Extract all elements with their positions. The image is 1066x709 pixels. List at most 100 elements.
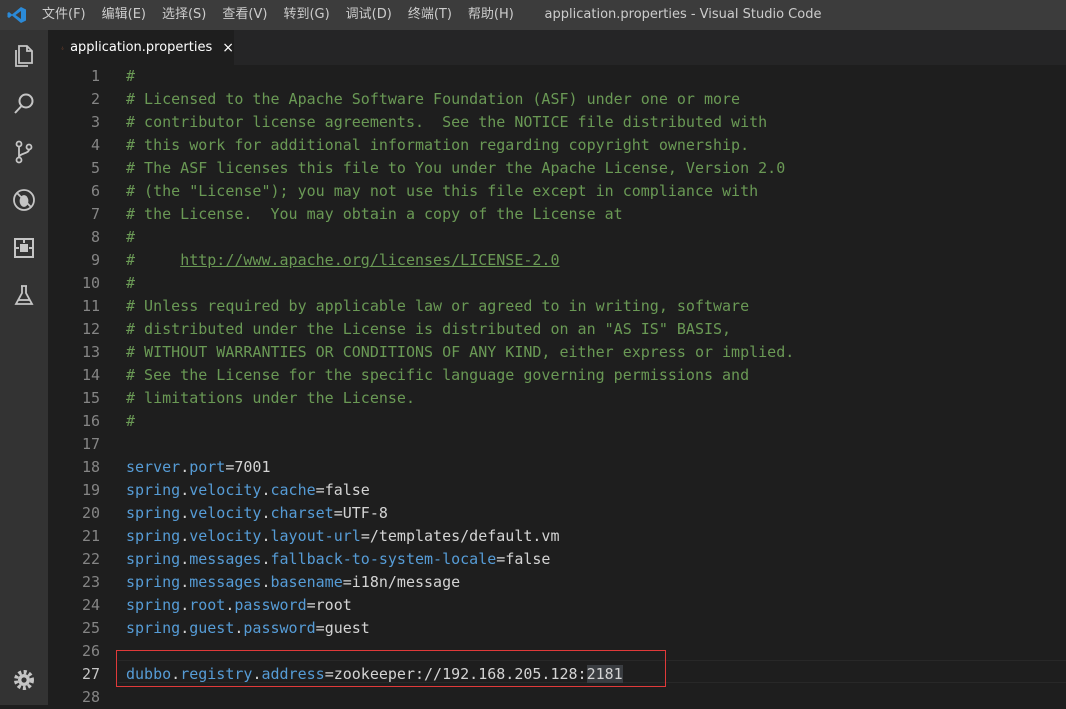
property-value: guest [324, 619, 370, 637]
property-key-part: spring [126, 596, 181, 614]
property-key-part: velocity [189, 481, 262, 499]
line-number: 23 [81, 573, 100, 591]
debug-icon[interactable] [0, 176, 48, 224]
code-text: # Licensed to the Apache Software Founda… [126, 88, 740, 111]
property-key-part: messages [189, 550, 262, 568]
code-text: # distributed under the License is distr… [126, 318, 731, 341]
code-text: spring.messages.fallback-to-system-local… [126, 550, 551, 568]
code-line[interactable]: 15 # limitations under the License. [48, 387, 1066, 410]
code-line[interactable]: 14 # See the License for the specific lan… [48, 364, 1066, 387]
code-line[interactable]: 22 spring.messages.fallback-to-system-loc… [48, 548, 1066, 571]
property-key-part: spring [126, 481, 181, 499]
code-line[interactable]: 4 # this work for additional information … [48, 134, 1066, 157]
comment-text: # [126, 228, 136, 246]
editor[interactable]: 1 #2 # Licensed to the Apache Software Fou… [48, 65, 1066, 706]
comment-text: # the License. You may obtain a copy of … [126, 205, 623, 223]
menu-item-2[interactable]: 选择(S) [154, 0, 214, 30]
code-line[interactable]: 6 # (the "License"); you may not use this… [48, 180, 1066, 203]
code-line[interactable]: 19 spring.velocity.cache=false [48, 479, 1066, 502]
property-key-part: basename [270, 573, 343, 591]
code-line[interactable]: 8 # [48, 226, 1066, 249]
search-icon[interactable] [0, 80, 48, 128]
code-text: # [126, 272, 135, 295]
line-number: 26 [81, 642, 100, 660]
code-line[interactable]: 1 # [48, 65, 1066, 88]
property-key-part: root [189, 596, 226, 614]
title-bar: 文件(F) 编辑(E) 选择(S) 查看(V) 转到(G) 调试(D) 终端(T) 帮助(H)… [0, 0, 1066, 30]
code-line[interactable]: 13 # WITHOUT WARRANTIES OR CONDITIONS OF … [48, 341, 1066, 364]
explorer-icon[interactable] [0, 32, 48, 80]
comment-text: # The ASF licenses this file to You unde… [126, 159, 786, 177]
line-number: 24 [81, 596, 100, 614]
code-line[interactable]: 16 # [48, 410, 1066, 433]
property-value: /templates/default.vm [369, 527, 560, 545]
code-text: spring.velocity.cache=false [126, 481, 370, 499]
code-text: spring.guest.password=guest [126, 619, 370, 637]
line-number: 18 [81, 458, 100, 476]
code-line[interactable]: 9 # http://www.apache.org/licenses/LICENS… [48, 249, 1066, 272]
line-number: 22 [81, 550, 100, 568]
code-line[interactable]: 28 [48, 686, 1066, 709]
property-key-part: spring [126, 573, 181, 591]
line-number: 14 [81, 366, 100, 384]
close-icon[interactable]: × [222, 40, 234, 56]
menu-item-3[interactable]: 查看(V) [214, 0, 275, 30]
code-line[interactable]: 18 server.port=7001 [48, 456, 1066, 479]
comment-text: # Licensed to the Apache Software Founda… [126, 90, 741, 108]
code-line[interactable]: 21 spring.velocity.layout-url=/templates/… [48, 525, 1066, 548]
test-icon[interactable] [0, 272, 48, 320]
activity-bar [0, 30, 48, 705]
code-text: # [126, 65, 135, 88]
property-value: false [324, 481, 370, 499]
code-text: spring.velocity.charset=UTF-8 [126, 504, 388, 522]
menu-item-1[interactable]: 编辑(E) [94, 0, 154, 30]
property-value: 7001 [234, 458, 271, 476]
code-line[interactable]: 3 # contributor license agreements. See t… [48, 111, 1066, 134]
source-control-icon[interactable] [0, 128, 48, 176]
menu-item-4[interactable]: 转到(G) [275, 0, 337, 30]
menu-item-7[interactable]: 帮助(H) [460, 0, 522, 30]
comment-text: # distributed under the License is distr… [126, 320, 732, 338]
code-line[interactable]: 24 spring.root.password=root [48, 594, 1066, 617]
license-link[interactable]: http://www.apache.org/licenses/LICENSE-2… [180, 251, 559, 269]
code-line[interactable]: 23 spring.messages.basename=i18n/message [48, 571, 1066, 594]
code-line[interactable]: 25 spring.guest.password=guest [48, 617, 1066, 640]
tab-bar: application.properties × [48, 30, 1066, 65]
comment-text: # limitations under the License. [126, 389, 415, 407]
extensions-icon[interactable] [0, 224, 48, 272]
comment-text: # contributor license agreements. See th… [126, 113, 768, 131]
property-key-part: password [243, 619, 316, 637]
menu-item-5[interactable]: 调试(D) [338, 0, 400, 30]
code-line[interactable]: 7 # the License. You may obtain a copy of… [48, 203, 1066, 226]
menu-bar: 文件(F) 编辑(E) 选择(S) 查看(V) 转到(G) 调试(D) 终端(T) 帮助(H) [34, 0, 522, 30]
code-line[interactable]: 5 # The ASF licenses this file to You und… [48, 157, 1066, 180]
code-text: # [126, 410, 135, 433]
code-text: # See the License for the specific langu… [126, 364, 749, 387]
code-line[interactable]: 2 # Licensed to the Apache Software Found… [48, 88, 1066, 111]
menu-item-6[interactable]: 终端(T) [400, 0, 460, 30]
line-number: 25 [81, 619, 100, 637]
comment-text: # [126, 274, 136, 292]
code-text: # Unless required by applicable law or a… [126, 295, 749, 318]
code-line[interactable]: 17 [48, 433, 1066, 456]
gear-icon[interactable] [0, 656, 48, 704]
comment-text: # (the "License"); you may not use this … [126, 182, 759, 200]
property-key-part: charset [270, 504, 334, 522]
code-line[interactable]: 20 spring.velocity.charset=UTF-8 [48, 502, 1066, 525]
comment-text: # [126, 251, 181, 269]
code-text: # [126, 226, 135, 249]
comment-text: # this work for additional information r… [126, 136, 750, 154]
property-key-part: password [234, 596, 307, 614]
tab-application-properties[interactable]: application.properties × [48, 30, 234, 65]
menu-item-0[interactable]: 文件(F) [34, 0, 94, 30]
code-text: # WITHOUT WARRANTIES OR CONDITIONS OF AN… [126, 341, 794, 364]
code-line[interactable]: 11 # Unless required by applicable law or… [48, 295, 1066, 318]
code-line[interactable]: 10 # [48, 272, 1066, 295]
code-text: # this work for additional information r… [126, 134, 749, 157]
property-key-part: server [126, 458, 181, 476]
code-line[interactable]: 12 # distributed under the License is dis… [48, 318, 1066, 341]
line-number: 4 [90, 136, 100, 154]
line-number: 7 [90, 205, 100, 223]
annotation-highlight-box [116, 650, 666, 687]
line-number: 11 [81, 297, 100, 315]
